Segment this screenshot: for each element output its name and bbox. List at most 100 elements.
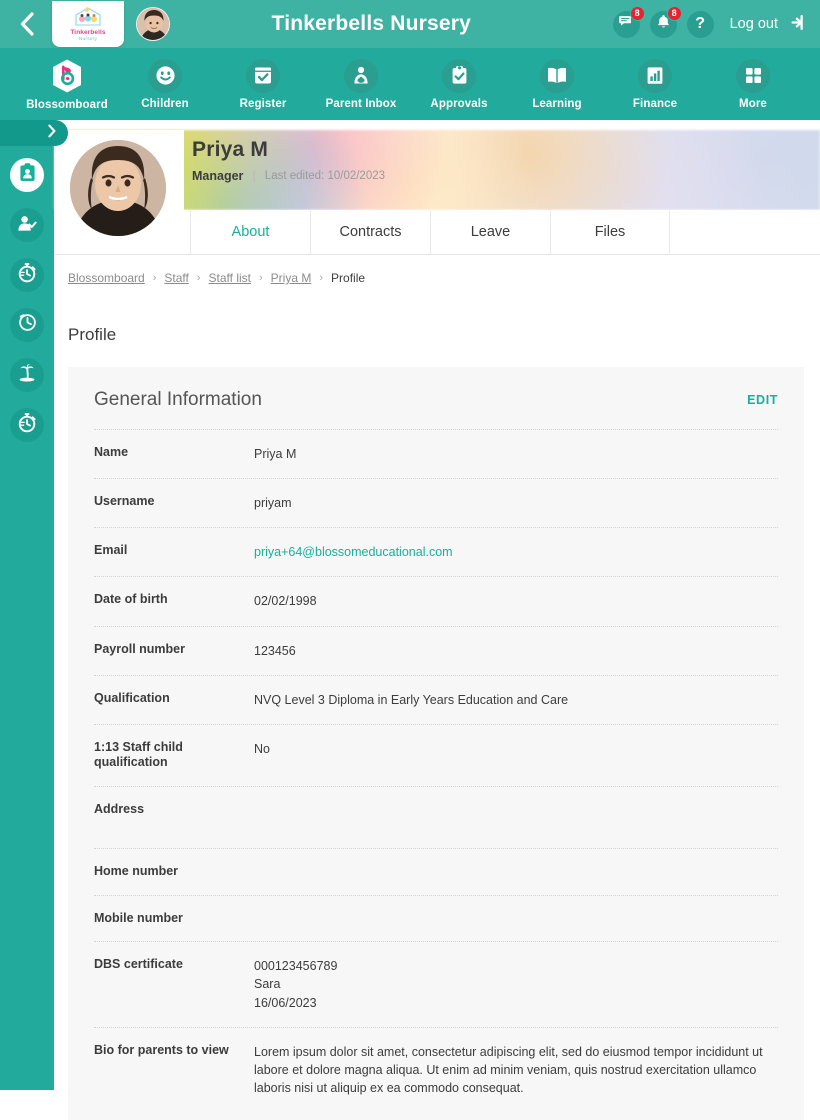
meta-separator: | bbox=[252, 168, 256, 183]
tab-files[interactable]: Files bbox=[550, 210, 670, 254]
breadcrumb-item-staff-list[interactable]: Staff list bbox=[209, 271, 251, 285]
profile-header-text: Priya M Manager | Last edited: 10/02/202… bbox=[192, 138, 385, 183]
app-root: Tinkerbells Nursery Tinkerbells Nursery bbox=[0, 0, 820, 1120]
nav-label: Parent Inbox bbox=[325, 97, 397, 110]
main-content: Blossomboard › Staff › Staff list › Priy… bbox=[54, 255, 820, 1120]
rail-item-attendance[interactable] bbox=[10, 208, 44, 242]
back-button[interactable] bbox=[0, 0, 52, 48]
grid-squares-icon bbox=[736, 58, 770, 93]
nav-label: Children bbox=[141, 97, 189, 110]
nav-label: Approvals bbox=[430, 97, 488, 110]
top-header: Tinkerbells Nursery Tinkerbells Nursery bbox=[0, 0, 820, 48]
breadcrumb-separator: › bbox=[259, 272, 263, 284]
general-information-card: General Information EDIT Name Priya M Us… bbox=[68, 367, 804, 1120]
info-row-email: Email priya+64@blossomeducational.com bbox=[94, 527, 778, 576]
open-book-icon bbox=[540, 58, 574, 93]
rail-item-timesheet[interactable] bbox=[10, 258, 44, 292]
nav-label: Register bbox=[239, 97, 287, 110]
row-label: Email bbox=[94, 543, 128, 558]
breadcrumb-item-staff[interactable]: Staff bbox=[164, 271, 188, 285]
info-row-name: Name Priya M bbox=[94, 429, 778, 478]
nav-item-learning[interactable]: Learning bbox=[508, 58, 606, 110]
tab-leave[interactable]: Leave bbox=[430, 210, 550, 254]
row-label: 1:13 Staff child qualification bbox=[94, 739, 183, 770]
rail-item-staff-profile[interactable] bbox=[10, 158, 44, 192]
nav-item-approvals[interactable]: Approvals bbox=[410, 58, 508, 110]
row-value: 123456 bbox=[254, 643, 296, 658]
profile-name: Priya M bbox=[192, 138, 269, 161]
info-row-staff-child-qualification: 1:13 Staff child qualification No bbox=[94, 723, 778, 786]
clipboard-check-icon bbox=[442, 58, 476, 93]
info-row-home-number: Home number bbox=[94, 848, 778, 895]
page-title-header: Tinkerbells Nursery bbox=[271, 12, 472, 35]
messages-button[interactable]: 8 bbox=[612, 5, 645, 38]
palm-tree-icon bbox=[17, 363, 37, 388]
question-mark-icon: ? bbox=[695, 15, 705, 32]
side-rail bbox=[0, 120, 68, 1090]
rail-expand-button[interactable] bbox=[0, 120, 68, 146]
nav-label: Blossomboard bbox=[26, 98, 108, 111]
row-value: 000123456789 Sara 16/06/2023 bbox=[254, 959, 338, 1010]
breadcrumb-separator: › bbox=[319, 272, 324, 284]
person-check-icon bbox=[17, 214, 37, 237]
page-title: Profile bbox=[68, 325, 117, 344]
calendar-check-icon bbox=[246, 58, 280, 93]
org-logo-name: Tinkerbells bbox=[70, 29, 106, 37]
row-value: 02/02/1998 bbox=[254, 594, 317, 609]
breadcrumb-item-blossomboard[interactable]: Blossomboard bbox=[68, 271, 145, 285]
card-header: General Information EDIT bbox=[94, 389, 778, 429]
info-row-mobile-number: Mobile number bbox=[94, 894, 778, 942]
row-label: Qualification bbox=[94, 690, 170, 705]
info-row-qualification: Qualification NVQ Level 3 Diploma in Ear… bbox=[94, 674, 778, 724]
tab-about[interactable]: About bbox=[190, 210, 310, 254]
bar-chart-icon bbox=[638, 58, 672, 93]
notifications-button[interactable]: 8 bbox=[649, 5, 682, 38]
nav-item-finance[interactable]: Finance bbox=[606, 58, 704, 110]
rail-item-overtime[interactable] bbox=[10, 408, 44, 442]
nav-label: Finance bbox=[632, 97, 678, 110]
row-value: NVQ Level 3 Diploma in Early Years Educa… bbox=[254, 692, 569, 707]
logout-icon bbox=[785, 13, 804, 36]
row-value: Priya M bbox=[254, 447, 297, 461]
rail-item-holiday[interactable] bbox=[10, 358, 44, 392]
breadcrumb: Blossomboard › Staff › Staff list › Priy… bbox=[54, 255, 820, 285]
breadcrumb-separator: › bbox=[152, 272, 157, 284]
nav-item-parent-inbox[interactable]: Parent Inbox bbox=[312, 58, 410, 110]
breadcrumb-item-profile: Profile bbox=[331, 271, 366, 285]
chevron-left-icon bbox=[18, 11, 35, 37]
org-logo[interactable]: Tinkerbells Nursery bbox=[52, 0, 124, 47]
logout-button[interactable]: Log out bbox=[730, 13, 804, 36]
breadcrumb-separator: › bbox=[196, 272, 201, 284]
row-label: Date of birth bbox=[94, 592, 168, 607]
row-label: DBS certificate bbox=[94, 957, 183, 972]
row-label: Bio for parents to view bbox=[94, 1042, 229, 1057]
info-row-date-of-birth: Date of birth 02/02/1998 bbox=[94, 576, 778, 625]
profile-tabs: About Contracts Leave Files bbox=[54, 210, 820, 255]
stopwatch-icon bbox=[17, 262, 37, 288]
profile-last-edited: Last edited: 10/02/2023 bbox=[264, 169, 386, 182]
info-row-address: Address bbox=[94, 786, 778, 848]
row-label: Payroll number bbox=[94, 641, 185, 656]
id-badge-icon bbox=[18, 162, 37, 188]
nav-item-more[interactable]: More bbox=[704, 58, 802, 110]
info-row-bio: Bio for parents to view Lorem ipsum dolo… bbox=[94, 1026, 778, 1112]
info-row-dbs-certificate: DBS certificate 000123456789 Sara 16/06/… bbox=[94, 941, 778, 1026]
header-actions: 8 8 ? Log out bbox=[612, 5, 820, 38]
row-label: Username bbox=[94, 494, 155, 509]
nav-item-children[interactable]: Children bbox=[116, 58, 214, 110]
main-nav: Blossomboard Children Register Parent In… bbox=[0, 48, 820, 120]
breadcrumb-item-priya-m[interactable]: Priya M bbox=[271, 271, 312, 285]
notifications-badge: 8 bbox=[666, 5, 682, 21]
chevron-right-icon bbox=[47, 124, 57, 143]
edit-button[interactable]: EDIT bbox=[747, 393, 778, 407]
row-label: Name bbox=[94, 445, 129, 459]
email-link[interactable]: priya+64@blossomeducational.com bbox=[254, 543, 453, 561]
nav-item-blossomboard[interactable]: Blossomboard bbox=[18, 58, 116, 111]
nav-item-register[interactable]: Register bbox=[214, 58, 312, 110]
tab-contracts[interactable]: Contracts bbox=[310, 210, 430, 254]
help-button[interactable]: ? bbox=[686, 10, 714, 38]
clock-icon bbox=[18, 313, 37, 337]
logout-label: Log out bbox=[729, 16, 778, 32]
info-row-payroll-number: Payroll number 123456 bbox=[94, 625, 778, 675]
rail-item-hours[interactable] bbox=[10, 308, 44, 342]
